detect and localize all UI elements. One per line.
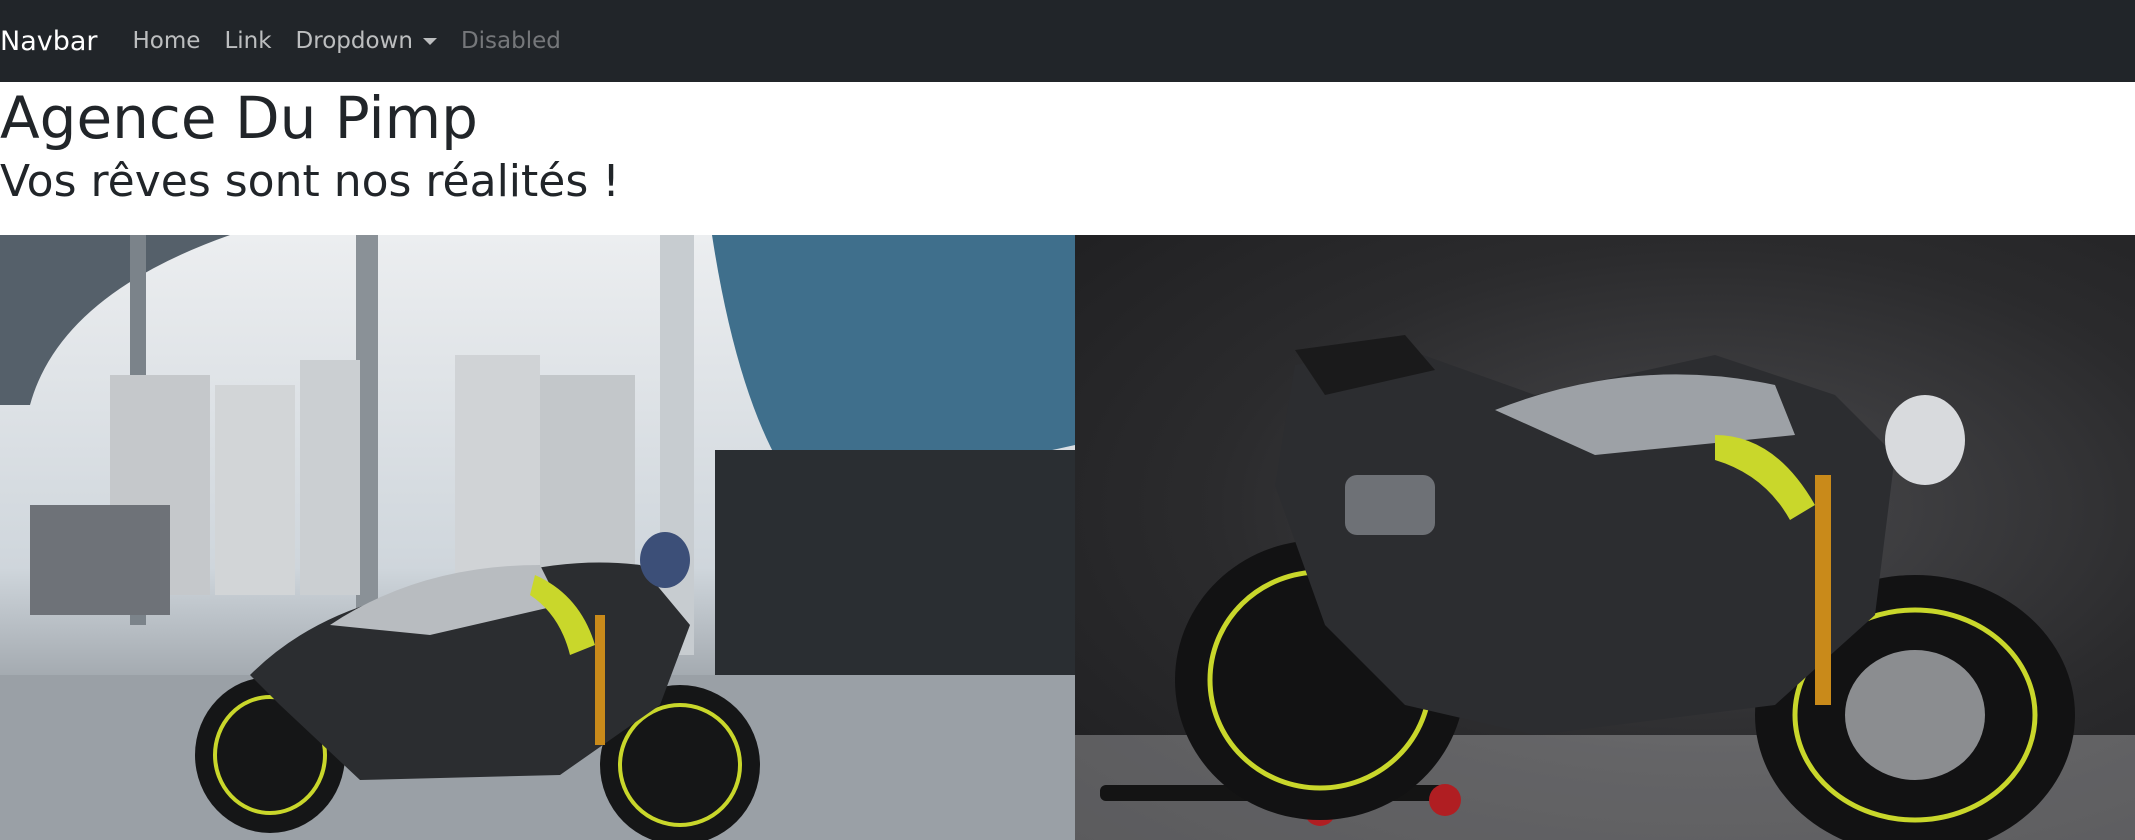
nav-dropdown-toggle[interactable]: Dropdown [296,28,437,54]
nav-link-home[interactable]: Home [133,28,201,54]
street-scene-illustration [0,235,1075,840]
studio-motorcycle-illustration [1075,335,2135,840]
image-gallery [0,235,2135,840]
chevron-down-icon [422,38,437,45]
page-subtitle: Vos rêves sont nos réalités ! [0,156,620,207]
navbar-brand[interactable]: Navbar [0,26,98,57]
navbar: Navbar Home Link Dropdown Disabled [0,0,2135,82]
nav-dropdown-label: Dropdown [295,28,413,54]
nav-link-disabled: Disabled [460,28,561,54]
page-title: Agence Du Pimp [0,84,478,152]
motorcycle-street-photo [0,235,1075,840]
nav-link-link[interactable]: Link [224,28,271,54]
motorcycle-studio-photo [1075,235,2135,840]
